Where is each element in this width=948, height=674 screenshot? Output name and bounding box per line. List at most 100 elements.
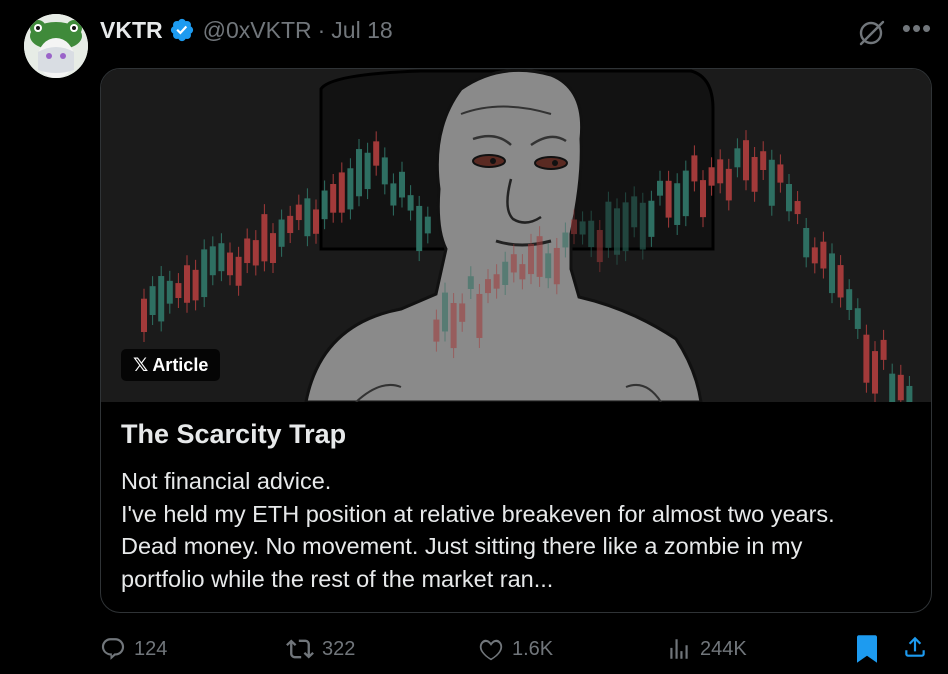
- post-date[interactable]: Jul 18: [331, 17, 392, 44]
- repost-count: 322: [322, 637, 356, 660]
- cover-candle: [166, 280, 173, 304]
- avatar[interactable]: [24, 14, 88, 78]
- cover-candle: [356, 149, 362, 197]
- article-badge: 𝕏 Article: [121, 349, 221, 381]
- cover-candle: [184, 265, 190, 303]
- cover-candle: [424, 216, 431, 234]
- cover-candle: [364, 152, 371, 190]
- cover-candle: [519, 264, 526, 280]
- cover-candle: [399, 171, 405, 198]
- cover-candle: [829, 253, 835, 294]
- like-button[interactable]: 1.6K: [478, 632, 553, 666]
- cover-candle: [545, 253, 552, 279]
- cover-candle: [330, 184, 337, 213]
- cover-candle: [665, 180, 672, 218]
- cover-candle: [786, 184, 792, 212]
- cover-candle: [682, 170, 689, 217]
- cover-candle: [502, 261, 509, 285]
- more-icon[interactable]: •••: [900, 15, 934, 46]
- cover-candle: [562, 232, 569, 248]
- cover-candle: [571, 219, 577, 235]
- verified-badge-icon[interactable]: [169, 17, 195, 43]
- cover-candle: [149, 286, 156, 316]
- cover-candle: [235, 256, 242, 286]
- cover-candle: [708, 167, 715, 186]
- cover-candle: [433, 319, 440, 342]
- cover-candle: [227, 252, 233, 276]
- cover-candle: [295, 204, 302, 221]
- cover-candle: [811, 247, 818, 264]
- reply-button[interactable]: 124: [100, 632, 167, 666]
- cover-candle: [476, 293, 483, 338]
- cover-candle: [906, 385, 913, 433]
- cover-candle: [536, 236, 543, 277]
- cover-candle: [588, 220, 595, 248]
- article-title[interactable]: The Scarcity Trap: [121, 419, 346, 450]
- cover-candle: [141, 298, 147, 333]
- cover-candle: [768, 159, 775, 206]
- cover-candle: [717, 159, 724, 184]
- views-icon: [670, 639, 688, 659]
- article-cover-image: 𝕏 Article: [101, 69, 931, 443]
- cover-candle: [485, 279, 491, 294]
- reply-count: 124: [134, 637, 168, 660]
- views-count: 244K: [700, 637, 747, 660]
- author-name[interactable]: VKTR: [100, 17, 163, 44]
- cover-candle: [872, 351, 878, 394]
- cover-candle: [820, 241, 827, 269]
- cover-candle: [725, 168, 732, 201]
- cover-candle: [528, 243, 534, 275]
- cover-candle: [261, 214, 268, 262]
- article-excerpt-line: I've held my ETH position at relative br…: [121, 500, 835, 527]
- cover-candle: [596, 229, 603, 263]
- cover-candle: [837, 265, 844, 298]
- cover-candle: [751, 156, 758, 192]
- cover-candle: [897, 374, 904, 401]
- cover-candle: [278, 219, 285, 247]
- share-button[interactable]: [902, 633, 928, 666]
- article-excerpt[interactable]: Not financial advice. I've held my ETH p…: [121, 465, 911, 595]
- cover-candle: [700, 180, 706, 218]
- cover-candle: [218, 243, 225, 272]
- cover-candle: [889, 373, 896, 409]
- like-icon: [479, 639, 503, 661]
- cover-candle: [175, 283, 182, 298]
- article-badge-label: Article: [152, 354, 209, 375]
- cover-candle: [803, 227, 810, 258]
- repost-button[interactable]: 322: [286, 632, 355, 666]
- reply-icon: [101, 638, 125, 660]
- cover-candle: [304, 198, 311, 237]
- cover-candle: [691, 155, 698, 182]
- post-header: VKTR @0xVKTR · Jul 18: [100, 14, 393, 46]
- like-count: 1.6K: [512, 637, 554, 660]
- cover-candle: [450, 303, 457, 349]
- cover-candle: [467, 276, 474, 290]
- cover-candle: [880, 339, 887, 360]
- cover-candle: [459, 303, 466, 322]
- cover-candle: [287, 215, 294, 234]
- cover-candle: [158, 276, 165, 322]
- cover-candle: [347, 168, 354, 210]
- cover-candle: [553, 247, 560, 285]
- cover-candle: [605, 201, 612, 248]
- cover-candle: [794, 201, 801, 215]
- cover-candle: [674, 183, 681, 225]
- views-button[interactable]: 244K: [666, 632, 747, 666]
- separator-dot: ·: [317, 16, 326, 43]
- article-excerpt-line: portfolio while the rest of the market r…: [121, 565, 554, 592]
- cover-candle: [777, 164, 784, 183]
- cover-candle: [373, 141, 380, 166]
- bookmark-button[interactable]: [854, 634, 880, 669]
- article-card[interactable]: 𝕏 Article The Scarcity Trap Not financia…: [100, 68, 932, 613]
- cover-candle: [734, 148, 741, 168]
- cover-candle: [579, 221, 586, 235]
- author-handle[interactable]: @0xVKTR: [203, 17, 312, 44]
- cover-candle: [192, 269, 199, 301]
- cover-candle: [631, 196, 638, 228]
- bookmark-icon: [857, 635, 877, 663]
- grok-icon[interactable]: [854, 16, 888, 50]
- cover-candle: [338, 172, 345, 213]
- cover-candle: [493, 274, 500, 289]
- cover-candle: [614, 208, 620, 255]
- cover-candle: [381, 157, 388, 185]
